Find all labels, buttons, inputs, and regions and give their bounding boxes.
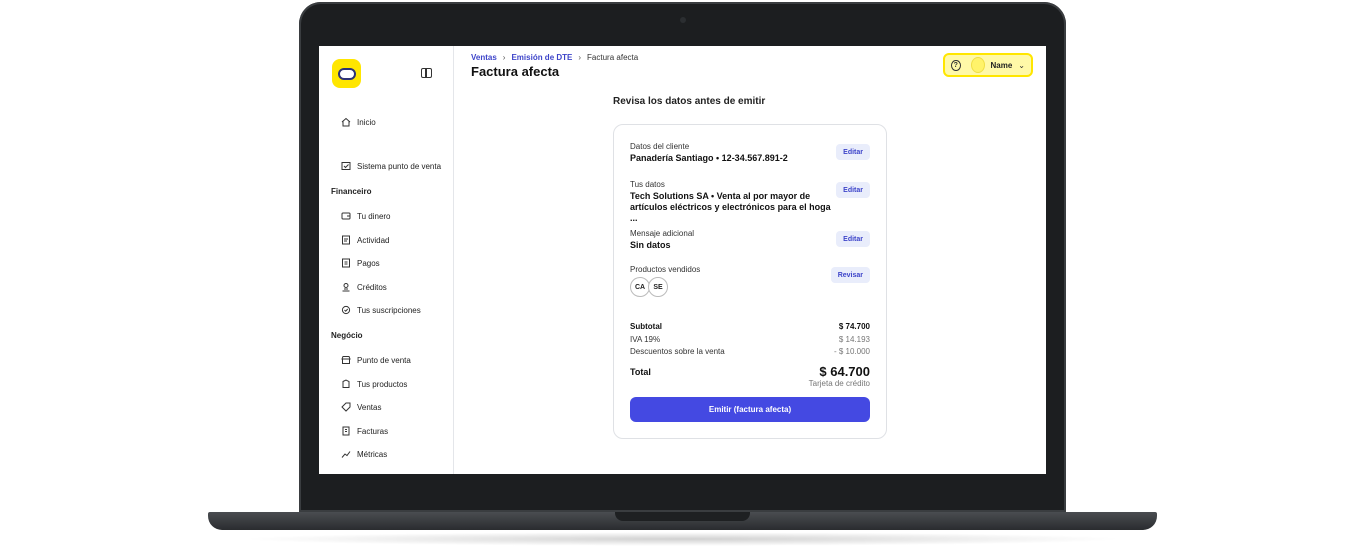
seller-data-value: Tech Solutions SA • Venta al por mayor d… [630,191,831,223]
sidebar-item-ventas[interactable]: Ventas [341,401,381,413]
invoice-icon [342,426,350,436]
activity-icon [342,235,350,245]
review-title: Revisa los datos antes de emitir [613,96,766,107]
store-icon [341,356,351,364]
user-toolbar: ? Name ⌄ [943,53,1033,77]
subtotal-row: Subtotal $ 74.700 [630,322,870,331]
sidebar-collapse-icon[interactable] [421,68,432,78]
handshake-icon [337,67,356,80]
sidebar-item-facturas[interactable]: Facturas [341,425,388,437]
sidebar-item-tu-dinero[interactable]: Tu dinero [341,210,391,222]
message-value: Sin datos [630,240,671,250]
sidebar: Inicio Sistema punto de venta Financeiro… [319,46,454,474]
pos-system-icon [341,162,351,170]
avatar[interactable] [970,57,985,73]
iva-label: IVA 19% [630,335,661,344]
sidebar-item-creditos[interactable]: Créditos [341,281,387,293]
sidebar-item-pagos[interactable]: Pagos [341,257,380,269]
iva-row: IVA 19% $ 14.193 [630,335,870,344]
sidebar-item-label: Inicio [357,117,376,127]
sidebar-item-label: Actividad [357,235,390,245]
credits-icon [342,283,350,292]
sidebar-item-label: Tus suscripciones [357,305,421,315]
discount-row: Descuentos sobre la venta - $ 10.000 [630,347,870,356]
sidebar-item-label: Tus productos [357,379,408,389]
brand-logo[interactable] [332,59,361,88]
home-icon [341,117,351,127]
sidebar-item-label: Ventas [357,402,382,412]
sidebar-item-label: Facturas [357,426,389,436]
edit-seller-button[interactable]: Editar [836,182,870,198]
chevron-right-icon: › [578,53,582,62]
sidebar-item-actividad[interactable]: Actividad [341,234,389,246]
breadcrumb-link-emision-dte[interactable]: Emisión de DTE [511,53,572,62]
sidebar-item-label: Sistema punto de venta [357,161,442,171]
subscriptions-icon [341,305,351,315]
user-name[interactable]: Name [991,61,1013,70]
products-icon [342,379,350,388]
wallet-icon [341,212,351,220]
edit-message-button[interactable]: Editar [836,231,870,247]
payments-icon [342,258,350,268]
sidebar-item-tus-productos[interactable]: Tus productos [341,378,407,390]
sales-tag-icon [341,402,351,412]
products-label: Productos vendidos [630,265,701,274]
app-screen: Inicio Sistema punto de venta Financeiro… [319,46,1046,474]
sidebar-section-financial: Financeiro [331,187,372,196]
client-data-value: Panadería Santiago • 12-34.567.891-2 [630,153,788,163]
seller-data-label: Tus datos [630,180,665,189]
payment-method: Tarjeta de crédito [808,379,870,388]
emit-invoice-button[interactable]: Emitir (factura afecta) [630,397,870,422]
sidebar-item-tus-suscripciones[interactable]: Tus suscripciones [341,304,421,316]
client-data-label: Datos del cliente [630,142,690,151]
sidebar-item-inicio[interactable]: Inicio [341,116,376,128]
message-label: Mensaje adicional [630,229,695,238]
metrics-chart-icon [341,451,351,458]
product-chip: CA [630,277,650,297]
total-label: Total [630,367,651,377]
subtotal-label: Subtotal [630,322,662,331]
chevron-right-icon: › [502,53,506,62]
sidebar-item-metricas[interactable]: Métricas [341,448,387,460]
laptop-camera [680,17,686,23]
sidebar-item-label: Créditos [357,282,387,292]
review-products-button[interactable]: Revisar [830,267,870,283]
chevron-down-icon[interactable]: ⌄ [1018,61,1025,70]
edit-client-button[interactable]: Editar [836,144,870,160]
page-title: Factura afecta [471,64,560,79]
sidebar-item-label: Punto de venta [357,355,411,365]
sidebar-section-business: Negócio [331,331,363,340]
laptop-notch [615,512,750,521]
sidebar-item-label: Pagos [357,258,380,268]
discount-value: - $ 10.000 [833,347,870,356]
sidebar-item-label: Tu dinero [357,211,391,221]
help-icon[interactable]: ? [951,59,961,71]
sidebar-item-punto-de-venta[interactable]: Punto de venta [341,354,411,366]
breadcrumb-current: Factura afecta [587,53,639,62]
sidebar-item-sistema-punto-de-venta[interactable]: Sistema punto de venta [341,160,441,172]
discount-label: Descuentos sobre la venta [630,347,725,356]
laptop-shadow [240,532,1125,546]
sidebar-item-label: Métricas [357,449,388,459]
product-chip: SE [648,277,668,297]
breadcrumb-link-ventas[interactable]: Ventas [471,53,497,62]
total-value: $ 64.700 [819,364,870,379]
iva-value: $ 14.193 [838,335,870,344]
subtotal-value: $ 74.700 [838,322,870,331]
breadcrumb: Ventas › Emisión de DTE › Factura afecta [471,53,638,62]
review-card: Datos del cliente Panadería Santiago • 1… [613,124,887,439]
